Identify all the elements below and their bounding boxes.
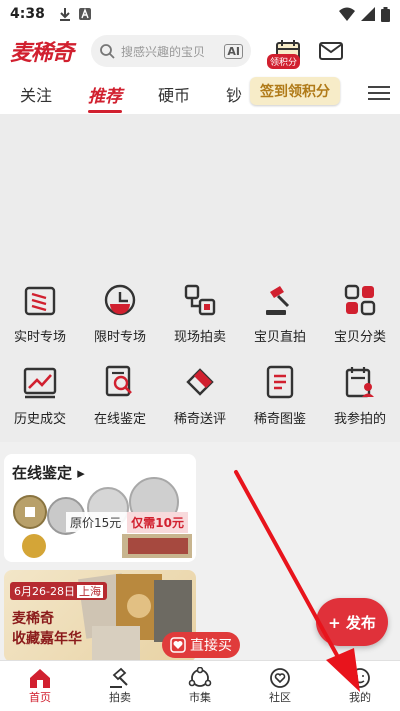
direct-buy-label: 直接买 (190, 638, 232, 654)
grid-label: 稀奇送评 (173, 412, 226, 427)
my-bids-icon (345, 367, 374, 398)
function-grid: 实时专场 限时专场 现场拍卖 宝贝直拍 宝贝分类 历史成交 在线鉴定 稀奇送评 … (0, 270, 400, 440)
banner-area (0, 114, 400, 264)
nav-community[interactable]: 社区 (240, 661, 320, 711)
grid-label: 宝贝直拍 (253, 330, 306, 345)
grid-label: 实时专场 (13, 330, 66, 345)
online-appraisal-card[interactable]: 在线鉴定 ▸ 原价15元 仅需10元 (4, 454, 196, 562)
home-icon (30, 669, 50, 688)
discount-price: 仅需10元 (127, 511, 188, 533)
grid-item-catalog[interactable]: 稀奇图鉴 (240, 352, 320, 434)
market-icon (188, 667, 212, 687)
search-placeholder: 搜感兴趣的宝贝 (121, 44, 206, 59)
profile-face-icon (350, 668, 370, 688)
publish-button[interactable]: + 发布 (316, 598, 388, 646)
grading-send-icon (186, 368, 214, 396)
direct-buy-button[interactable]: 直接买 (162, 632, 240, 658)
grid-item-categories[interactable]: 宝贝分类 (320, 270, 400, 352)
tab-coins[interactable]: 硬币 (158, 82, 190, 106)
points-badge: 领积分 (267, 54, 301, 69)
appraisal-search-icon (105, 365, 132, 397)
grid-item-live-session[interactable]: 实时专场 (0, 270, 80, 352)
nav-label: 我的 (349, 691, 371, 704)
status-bar: 4:38 (0, 0, 400, 28)
onsite-auction-icon (184, 284, 216, 316)
app-header: 麦稀奇 搜感兴趣的宝贝 AI 领积分 (0, 28, 400, 74)
trend-chart-icon (23, 367, 57, 399)
app-a-icon (78, 8, 91, 20)
grid-item-grading[interactable]: 稀奇送评 (160, 352, 240, 434)
tab-recommend[interactable]: 推荐 (88, 82, 123, 113)
grid-label: 现场拍卖 (173, 330, 226, 345)
bottom-nav: 首页 拍卖 市集 社区 我的 (0, 660, 400, 711)
signal-icon (361, 7, 375, 21)
event-title-line1: 麦稀奇 (12, 611, 54, 627)
menu-icon[interactable] (368, 82, 390, 104)
checkin-calendar-button[interactable]: 领积分 (267, 38, 301, 69)
nav-mine[interactable]: 我的 (320, 661, 400, 711)
community-heart-icon (270, 668, 290, 688)
coins-image (13, 477, 192, 558)
nav-auction[interactable]: 拍卖 (80, 661, 160, 711)
search-icon (100, 44, 115, 59)
battery-icon (381, 6, 390, 22)
catalog-book-icon (266, 365, 294, 399)
price-bar: 原价15元 仅需10元 (66, 511, 196, 533)
status-time: 4:38 (10, 6, 45, 22)
grid-label: 稀奇图鉴 (253, 412, 306, 427)
grid-label: 限时专场 (93, 330, 146, 345)
tab-follow[interactable]: 关注 (20, 82, 52, 106)
mail-icon[interactable] (319, 41, 344, 61)
timer-icon (104, 284, 136, 316)
nav-label: 拍卖 (109, 691, 131, 704)
grid-item-online-appraisal[interactable]: 在线鉴定 (80, 352, 160, 434)
grid-item-my-bids[interactable]: 我参拍的 (320, 352, 400, 434)
event-date: 6月26-28日 上海 (10, 582, 107, 600)
nav-label: 首页 (29, 691, 51, 704)
search-box[interactable]: 搜感兴趣的宝贝 AI (91, 35, 252, 67)
nav-market[interactable]: 市集 (160, 661, 240, 711)
grid-item-timed-session[interactable]: 限时专场 (80, 270, 160, 352)
category-tabs: 关注 推荐 硬币 钞 (0, 74, 400, 114)
grid-label: 我参拍的 (333, 412, 386, 427)
signin-points-badge[interactable]: 签到领积分 (250, 77, 340, 105)
gavel-nav-icon (110, 667, 128, 688)
nav-label: 社区 (269, 691, 291, 704)
gavel-icon (266, 286, 290, 315)
app-logo: 麦稀奇 (10, 40, 74, 66)
event-title-line2: 收藏嘉年华 (12, 631, 82, 647)
category-grid-icon (344, 284, 376, 316)
ai-search-icon[interactable]: AI (224, 43, 244, 59)
nav-label: 市集 (189, 691, 211, 704)
live-session-icon (24, 286, 56, 316)
grid-label: 宝贝分类 (333, 330, 386, 345)
original-price: 原价15元 (70, 515, 122, 530)
grid-item-direct-auction[interactable]: 宝贝直拍 (240, 270, 320, 352)
wifi-icon (339, 7, 355, 21)
heart-bag-icon (170, 637, 186, 653)
download-icon (59, 8, 70, 21)
nav-home[interactable]: 首页 (0, 661, 80, 711)
grid-item-onsite-auction[interactable]: 现场拍卖 (160, 270, 240, 352)
grid-label: 在线鉴定 (93, 412, 146, 427)
tab-banknotes[interactable]: 钞 (226, 82, 242, 106)
grid-item-history[interactable]: 历史成交 (0, 352, 80, 434)
grid-label: 历史成交 (13, 412, 66, 427)
